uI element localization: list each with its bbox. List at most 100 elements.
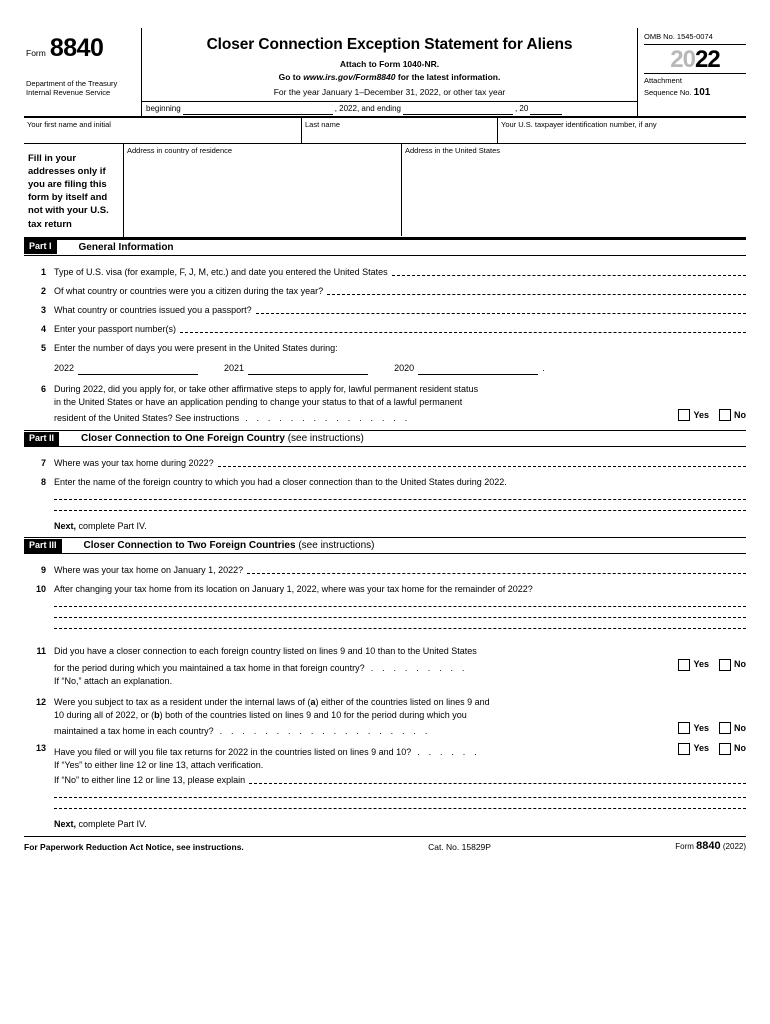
tax-year-big: 2022 — [644, 45, 746, 73]
line-6-yes-checkbox[interactable] — [678, 409, 691, 422]
line-12-text-2: 10 during all of 2022, or (b) both of th… — [54, 709, 746, 722]
line-12-text-block: Were you subject to tax as a resident un… — [54, 696, 746, 739]
line-13-yes[interactable]: Yes — [678, 742, 709, 755]
line-12-no-checkbox[interactable] — [719, 722, 731, 735]
address-us-label: Address in the United States — [405, 146, 501, 155]
line-12-yes[interactable]: Yes — [678, 722, 709, 735]
line-12-text-1b: ) either of the countries listed on line… — [315, 696, 490, 707]
line-8-input-1[interactable] — [54, 498, 746, 501]
line-1-text: Type of U.S. visa (for example, F, J, M,… — [54, 266, 388, 277]
line-13-no[interactable]: No — [719, 742, 746, 755]
omb-number: OMB No. 1545-0074 — [644, 32, 746, 45]
address-us-field[interactable]: Address in the United States — [402, 144, 746, 237]
part-1-title: General Information — [78, 241, 174, 253]
attach-to-note: Attach to Form 1040-NR. — [339, 59, 440, 69]
line-11-row: 11 Did you have a closer connection to e… — [24, 645, 746, 688]
line-12-no[interactable]: No — [719, 722, 746, 735]
part-3-next-rest: complete Part IV. — [76, 818, 147, 829]
address-residence-label: Address in country of residence — [127, 146, 233, 155]
line-2-number: 2 — [40, 285, 46, 296]
part-2-label: Part II — [24, 431, 60, 446]
line-13-no-checkbox[interactable] — [719, 742, 731, 755]
line-13-row: 13 Have you filed or will you file tax r… — [24, 742, 746, 787]
tax-year-suffix: 22 — [695, 46, 721, 73]
line-13-extra-lines — [54, 796, 746, 809]
part-1-body: 1 Type of U.S. visa (for example, F, J, … — [24, 256, 746, 426]
line-5-years-row: 2022 2021 2020 . — [24, 362, 746, 375]
line-11-yes-label: Yes — [693, 659, 709, 670]
tax-year-line: For the year January 1–December 31, 2022… — [273, 87, 506, 97]
last-name-field[interactable]: Last name — [302, 118, 498, 143]
line-5-days-2022-input[interactable] — [78, 364, 199, 375]
line-5-days-2020-input[interactable] — [418, 364, 539, 375]
line-13-answer-row: Have you filed or will you file tax retu… — [54, 742, 746, 759]
line-3-input[interactable] — [255, 304, 746, 314]
line-5-number: 5 — [40, 342, 46, 353]
ending-input[interactable] — [402, 104, 513, 115]
line-4-input[interactable] — [180, 323, 746, 333]
address-residence-field[interactable]: Address in country of residence — [124, 144, 402, 236]
part-2-title-main: Closer Connection to One Foreign Country — [81, 433, 285, 445]
line-12-number: 12 — [35, 696, 46, 707]
header-left: Form 8840 Department of the Treasury Int… — [24, 28, 142, 116]
part-3-next-note: Next, complete Part IV. — [54, 819, 746, 829]
line-10-row: 10 After changing your tax home from its… — [24, 583, 746, 596]
footer-form-year: (2022) — [722, 841, 746, 851]
line-9-text: Where was your tax home on January 1, 20… — [54, 565, 244, 576]
beginning-input[interactable] — [182, 104, 333, 115]
line-10-input-3[interactable] — [54, 627, 746, 630]
line-5-year-2021-label: 2021 — [224, 362, 245, 373]
line-11-leader-dots: . . . . . . . . . — [370, 662, 468, 673]
tax-period-fields: beginning , 2022, and ending , 20 — [142, 101, 637, 116]
last-name-label: Last name — [305, 120, 341, 129]
line-13-explain-input[interactable] — [249, 774, 746, 784]
paperwork-notice: For Paperwork Reduction Act Notice, see … — [24, 841, 244, 852]
ending-year-input[interactable] — [530, 104, 563, 115]
line-7-input[interactable] — [217, 457, 746, 468]
tin-field[interactable]: Your U.S. taxpayer identification number… — [498, 118, 746, 143]
line-6-no-checkbox[interactable] — [719, 409, 731, 422]
line-13-input-3[interactable] — [54, 807, 746, 809]
line-13-yes-checkbox[interactable] — [678, 742, 691, 755]
line-2-input[interactable] — [327, 285, 746, 295]
line-11-yes[interactable]: Yes — [678, 658, 709, 671]
form-footer: For Paperwork Reduction Act Notice, see … — [24, 835, 746, 852]
line-6-yes[interactable]: Yes — [678, 409, 709, 422]
form-header: Form 8840 Department of the Treasury Int… — [24, 28, 746, 118]
goto-prefix: Go to — [278, 72, 301, 82]
line-11-yes-checkbox[interactable] — [678, 658, 691, 671]
line-1-input[interactable] — [391, 266, 746, 276]
line-11-no-checkbox[interactable] — [719, 658, 731, 671]
ending-year-label: , 20 — [514, 104, 529, 113]
line-8-text: Enter the name of the foreign country to… — [54, 477, 507, 488]
tin-label: Your U.S. taxpayer identification number… — [501, 120, 657, 129]
line-8-number: 8 — [40, 477, 46, 488]
line-10-input-1[interactable] — [54, 605, 746, 608]
line-12-yes-checkbox[interactable] — [678, 722, 691, 735]
line-12-answer-row: maintained a tax home in each country? .… — [54, 722, 746, 739]
footer-form-number: 8840 — [696, 839, 721, 852]
form-identifier: Form 8840 — [26, 36, 141, 61]
line-10-input-2[interactable] — [54, 616, 746, 619]
line-2-text: Of what country or countries were you a … — [54, 285, 324, 296]
line-13-number: 13 — [35, 743, 46, 754]
attachment-sequence: Attachment Sequence No. 101 — [644, 73, 746, 99]
line-11-text-3: If “No,” attach an explanation. — [54, 675, 173, 686]
line-13-explain-row: If “No” to either line 12 or line 13, pl… — [54, 774, 746, 787]
line-8-input-2[interactable] — [54, 509, 746, 512]
line-13-input-2[interactable] — [54, 796, 746, 798]
part-3-bar: Part III Closer Connection to Two Foreig… — [24, 537, 746, 555]
line-3-number: 3 — [40, 304, 46, 315]
line-9-input[interactable] — [247, 564, 746, 575]
line-6-no[interactable]: No — [719, 409, 746, 422]
line-6-text-3: resident of the United States? See instr… — [54, 413, 240, 424]
line-1-row: 1 Type of U.S. visa (for example, F, J, … — [24, 266, 746, 279]
part-2-title-note: (see instructions) — [287, 433, 364, 445]
beginning-label: beginning — [146, 104, 181, 113]
line-11-no[interactable]: No — [719, 658, 746, 671]
part-2-next-bold: Next, — [54, 521, 77, 532]
line-9-row: 9 Where was your tax home on January 1, … — [24, 564, 746, 577]
part-3-label: Part III — [24, 538, 62, 553]
first-name-field[interactable]: Your first name and initial — [24, 118, 302, 143]
line-5-days-2021-input[interactable] — [248, 364, 369, 375]
